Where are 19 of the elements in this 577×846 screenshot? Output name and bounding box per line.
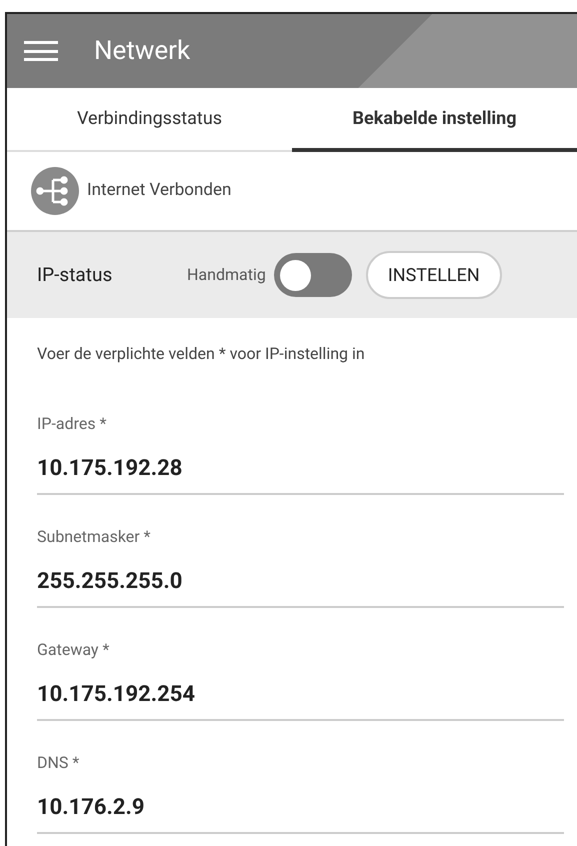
tab[interactable]: Bekabelde instelling [292, 88, 577, 152]
ip-status-label: IP-status [37, 262, 114, 288]
network-icon [31, 167, 79, 215]
field-label: DNS * [37, 752, 80, 774]
menu-button[interactable] [24, 38, 60, 64]
input-field[interactable]: 10.176.2.9 [37, 791, 564, 834]
field-label: Subnetmasker * [37, 526, 152, 548]
input-field[interactable]: 10.175.192.28 [37, 452, 564, 495]
instruction-text: Voer de verplichte velden * voor IP-instelling in [37, 343, 366, 365]
input-field[interactable]: 255.255.255.0 [37, 565, 564, 608]
mode-label: Handmatig [187, 264, 266, 286]
set-button[interactable]: INSTELLEN [366, 251, 502, 299]
input-field[interactable]: 10.175.192.254 [37, 678, 564, 721]
field-label: IP-adres * [37, 413, 108, 435]
tab[interactable]: Verbindingsstatus [7, 88, 292, 152]
connection-status: Internet Verbonden [87, 179, 232, 202]
toggle-switch[interactable] [274, 253, 352, 297]
page-title: Netwerk [94, 34, 190, 68]
field-label: Gateway * [37, 639, 110, 661]
